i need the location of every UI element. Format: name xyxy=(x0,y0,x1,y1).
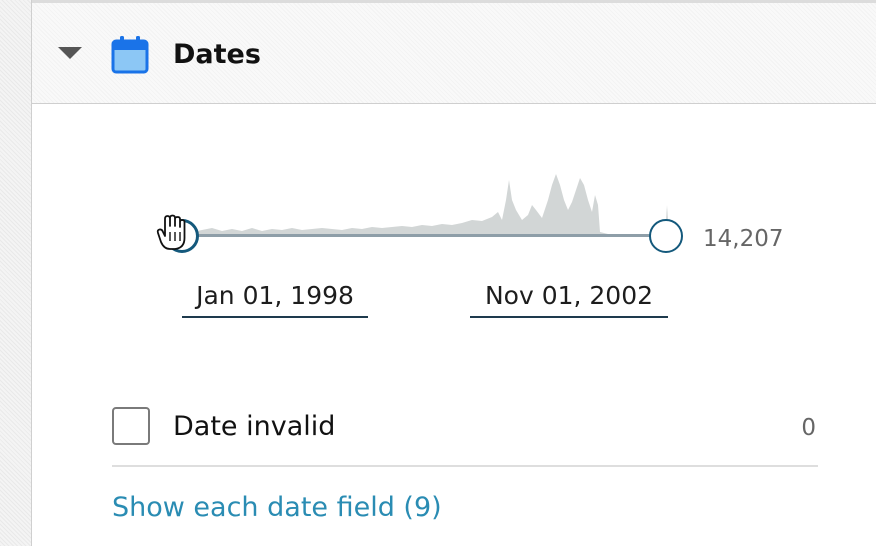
divider xyxy=(112,465,818,467)
end-date-input[interactable]: Nov 01, 2002 xyxy=(470,274,668,318)
histogram-area xyxy=(182,174,612,235)
calendar-icon xyxy=(111,36,149,74)
date-invalid-label[interactable]: Date invalid xyxy=(173,407,335,447)
show-date-fields-link[interactable]: Show each date field (9) xyxy=(112,490,442,526)
slider-end-handle[interactable] xyxy=(649,219,683,253)
left-gutter xyxy=(0,0,32,546)
section-header[interactable]: Dates xyxy=(32,3,876,104)
range-count: 14,207 xyxy=(703,226,784,252)
start-date-input[interactable]: Jan 01, 1998 xyxy=(182,274,368,318)
caret-down-icon[interactable] xyxy=(58,47,82,59)
section-title: Dates xyxy=(173,39,261,70)
slider-track[interactable] xyxy=(182,234,667,237)
dates-filter-panel: Dates 14,207 Jan 01, 1998 Nov 01, 2002 D… xyxy=(32,0,876,546)
slider-start-handle[interactable] xyxy=(165,219,199,253)
date-invalid-checkbox[interactable] xyxy=(112,407,150,445)
date-invalid-count: 0 xyxy=(801,415,816,441)
